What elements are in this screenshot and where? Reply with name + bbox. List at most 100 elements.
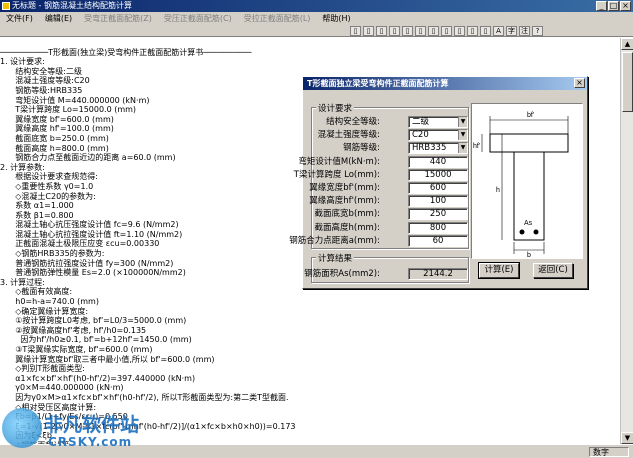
result-group-label: 计算结果	[316, 252, 355, 264]
chevron-down-icon[interactable]: ▼	[458, 143, 467, 154]
input-row: 截面高度h(mm): 800	[312, 221, 468, 234]
input-label: 翼缘宽度bf'(mm):	[309, 183, 380, 193]
input-row: T梁计算跨度 Lo(mm): 15000	[294, 168, 468, 181]
maximize-icon[interactable]: □	[608, 1, 619, 11]
menu-item[interactable]: 受拉正截面配筋(L)	[238, 12, 317, 25]
document-line: ◇判别T形截面类型:	[0, 364, 85, 374]
input-label: 截面底宽b(mm):	[314, 209, 380, 220]
minimize-icon[interactable]: _	[596, 1, 607, 11]
toolbar-button-icon[interactable]: ▯	[402, 25, 413, 36]
input-label: 钢筋等级:	[343, 143, 380, 154]
dropdown-value: HRB335	[412, 143, 447, 154]
number-input[interactable]: 800	[408, 221, 468, 234]
status-mode: 数字	[589, 447, 629, 457]
design-group-label: 设计要求	[316, 102, 355, 114]
toolbar-button-icon[interactable]: ▯	[363, 25, 374, 36]
menu-item[interactable]: 文件(F)	[0, 12, 39, 25]
label-as: As	[524, 220, 533, 227]
chevron-down-icon[interactable]: ▼	[458, 130, 467, 141]
input-label: 混凝土强度等级:	[317, 130, 380, 141]
toolbar-button-icon[interactable]: ▯	[376, 25, 387, 36]
menu-item[interactable]: 受弯正截面配筋(Z)	[78, 12, 158, 25]
chevron-down-icon[interactable]: ▼	[458, 117, 467, 127]
toolbar-button-icon[interactable]: ▯	[428, 25, 439, 36]
label-b: b	[527, 252, 531, 258]
close-icon[interactable]: ×	[620, 1, 631, 11]
vertical-scrollbar[interactable]: ▲ ▼	[620, 38, 633, 444]
result-row: 钢筋面积As(mm2): 2144.2	[304, 268, 468, 280]
result-field: 2144.2	[408, 268, 468, 280]
toolbar-button-icon[interactable]: ▯	[480, 25, 491, 36]
document-line: h0=h-a=740.0 (mm)	[0, 297, 99, 307]
input-row: 混凝土强度等级: C20 ▼	[312, 129, 468, 142]
number-input[interactable]: 250	[408, 208, 468, 221]
document-line: α1×fc×bf'×hf'(h0-hf'/2)=397.440000 (kN·m…	[0, 373, 196, 383]
number-input[interactable]: 600	[408, 182, 468, 194]
dropdown-value: 二级	[412, 117, 430, 127]
toolbar-button-icon[interactable]: A	[493, 25, 504, 36]
dropdown-select[interactable]: 二级 ▼	[408, 116, 468, 128]
document-line: ③T梁翼缘实际宽度, bf'=600.0 (mm)	[0, 345, 153, 354]
tbeam-section-drawing: bf' hf' h b As	[473, 112, 569, 259]
input-row: 弯矩设计值M(kN·m): 440	[298, 155, 468, 168]
document-line: 结构安全等级:二级	[0, 66, 82, 76]
input-label: T梁计算跨度 Lo(mm):	[293, 169, 380, 180]
toolbar-button-icon[interactable]: 字	[506, 25, 517, 36]
dropdown-value: C20	[412, 130, 429, 141]
document-line: 因为hf'/h0≥0.1, bf'=b+12hf'=1450.0 (mm)	[0, 335, 192, 345]
input-label: 翼缘高度hf'(mm):	[309, 196, 380, 207]
document-line: γ0×M=440.000000 (kN·m)	[0, 383, 124, 393]
document-line: ──────────T形截面(独立梁)受弯构件正截面配筋计算书─────────…	[0, 47, 252, 57]
menu-item[interactable]: 帮助(H)	[316, 12, 356, 25]
return-button[interactable]: 返回(C)	[533, 263, 573, 278]
scroll-thumb[interactable]	[622, 52, 633, 112]
label-hf: hf'	[473, 143, 480, 150]
tbeam-dialog: T形截面独立梁受弯构件正截面配筋计算 × 设计要求 结构安全等级: 二级 ▼ 混凝土强…	[289, 76, 588, 289]
design-group: 设计要求 结构安全等级: 二级 ▼ 混凝土强度等级: C20 ▼ 钢筋等级: HRB335 ▼ 弯…	[289, 102, 469, 249]
document-line: 翼缘计算宽度bf'取三者中最小值,所以 bf'=600.0 (mm)	[0, 354, 215, 364]
toolbar-button-icon[interactable]: ▯	[389, 25, 400, 36]
input-row: 钢筋合力点距离a(mm): 60	[289, 234, 468, 247]
document-line: 因为γ0×M>α1×fc×bf'×hf'(h0-hf'/2), 所以T形截面类型…	[0, 392, 289, 402]
input-label: 弯矩设计值M(kN·m):	[298, 156, 380, 167]
input-label: 截面高度h(mm):	[314, 222, 380, 233]
window-titlebar[interactable]: 无标题 - 钢筋混凝土结构配筋计算 _ □ ×	[0, 0, 633, 12]
app-icon	[2, 2, 10, 10]
toolbar-button-icon[interactable]: ?	[532, 25, 543, 36]
toolbar-button-icon[interactable]: ▯	[441, 25, 452, 36]
toolbar-button-icon[interactable]: ▯	[454, 25, 465, 36]
number-input[interactable]: 100	[408, 195, 468, 208]
scroll-up-icon[interactable]: ▲	[621, 38, 633, 50]
menu-item[interactable]: 受压正截面配筋(C)	[158, 12, 238, 25]
result-group: 计算结果 钢筋面积As(mm2): 2144.2	[304, 252, 469, 283]
toolbar-button-icon[interactable]: ▯	[350, 25, 361, 36]
window-title: 无标题 - 钢筋混凝土结构配筋计算	[12, 1, 132, 10]
dropdown-select[interactable]: C20 ▼	[408, 129, 468, 142]
dropdown-select[interactable]: HRB335 ▼	[408, 142, 468, 155]
toolbar-button-icon[interactable]: 注	[519, 25, 530, 36]
watermark-cn: 非凡软件站	[44, 414, 140, 436]
document-line: ②按翼缘高度hf'考虑, hf'/h0=0.135	[0, 325, 147, 335]
toolbar-button-icon[interactable]: ▯	[467, 25, 478, 36]
input-row: 钢筋等级: HRB335 ▼	[312, 142, 468, 155]
scroll-down-icon[interactable]: ▼	[621, 432, 633, 444]
menu-item[interactable]: 编辑(E)	[39, 12, 78, 25]
toolbar: ▯ ▯ ▯ ▯ ▯ ▯ ▯ ▯ ▯ ▯ ▯ A 字注?	[0, 25, 633, 37]
number-input[interactable]: 440	[408, 155, 468, 168]
number-input[interactable]: 15000	[408, 168, 468, 181]
calculate-button[interactable]: 计算(E)	[478, 262, 520, 279]
dialog-close-icon[interactable]: ×	[574, 78, 585, 88]
input-row: 翼缘宽度bf'(mm): 600	[309, 182, 468, 194]
input-row: 截面底宽b(mm): 250	[312, 208, 468, 221]
dialog-title: T形截面独立梁受弯构件正截面配筋计算	[303, 77, 587, 90]
menu-bar: 文件(F) 编辑(E) 受弯正截面配筋(Z) 受压正截面配筋(C) 受拉正截面配筋(L)…	[0, 12, 633, 25]
input-row: 翼缘高度hf'(mm): 100	[309, 195, 468, 208]
document-line: 1. 设计要求:	[0, 57, 45, 67]
watermark-en: CRSKY.com	[48, 435, 133, 449]
result-label: 钢筋面积As(mm2):	[304, 269, 380, 279]
number-input[interactable]: 60	[408, 234, 468, 247]
toolbar-button-icon[interactable]: ▯	[415, 25, 426, 36]
watermark-logo-icon	[2, 408, 42, 448]
input-label: 钢筋合力点距离a(mm):	[289, 235, 380, 246]
label-bf: bf'	[527, 112, 534, 119]
